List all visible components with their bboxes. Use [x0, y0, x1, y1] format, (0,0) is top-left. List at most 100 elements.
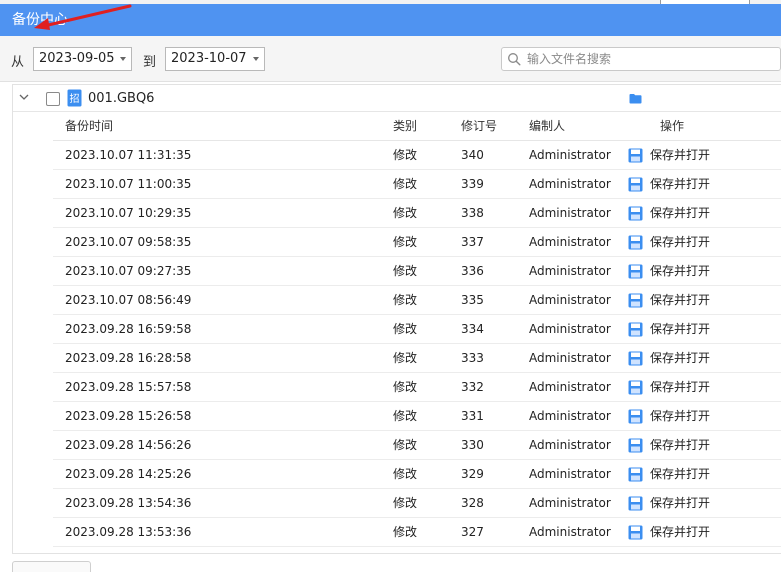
svg-text:招: 招: [70, 92, 80, 105]
table-row[interactable]: 2023.10.07 09:27:35 修改 336 Administrator 保存并…: [53, 257, 781, 286]
from-date-value: 2023-09-05: [39, 51, 115, 66]
save-and-open-button[interactable]: 保存并打开: [650, 460, 710, 489]
table-row[interactable]: 2023.09.28 16:59:58 修改 334 Administrator 保存并…: [53, 315, 781, 344]
type-cell: 修改: [393, 496, 418, 510]
backup-list-panel: 招 001.GBQ6 备份时间 类别 修订号 编制人 操作 2023.10.07…: [12, 84, 781, 554]
save-and-open-button[interactable]: 保存并打开: [650, 170, 710, 199]
editor-cell: Administrator: [529, 235, 611, 249]
editor-cell: Administrator: [529, 525, 611, 539]
editor-cell: Administrator: [529, 206, 611, 220]
save-and-open-button[interactable]: 保存并打开: [650, 489, 710, 518]
editor-cell: Administrator: [529, 177, 611, 191]
editor-cell: Administrator: [529, 148, 611, 162]
save-and-open-button[interactable]: 保存并打开: [650, 518, 710, 547]
table-row[interactable]: 2023.09.28 14:56:26 修改 330 Administrator 保存并…: [53, 431, 781, 460]
save-and-open-button[interactable]: 保存并打开: [650, 257, 710, 286]
from-label: 从: [11, 55, 25, 70]
revision-cell: 338: [461, 206, 484, 220]
save-icon[interactable]: [628, 409, 643, 424]
save-icon[interactable]: [628, 380, 643, 395]
editor-cell: Administrator: [529, 409, 611, 423]
revision-cell: 332: [461, 380, 484, 394]
file-name: 001.GBQ6: [88, 91, 155, 106]
backup-time-cell: 2023.10.07 11:00:35: [65, 177, 192, 191]
save-icon[interactable]: [628, 467, 643, 482]
save-icon[interactable]: [628, 206, 643, 221]
table-header: 备份时间 类别 修订号 编制人 操作: [53, 112, 781, 141]
save-and-open-button[interactable]: 保存并打开: [650, 373, 710, 402]
dialog-title: 备份中心: [12, 12, 68, 28]
save-icon[interactable]: [628, 293, 643, 308]
backup-time-cell: 2023.10.07 11:31:35: [65, 148, 192, 162]
type-cell: 修改: [393, 177, 418, 191]
type-cell: 修改: [393, 206, 418, 220]
save-icon[interactable]: [628, 322, 643, 337]
revision-cell: 336: [461, 264, 484, 278]
type-cell: 修改: [393, 467, 418, 481]
save-and-open-button[interactable]: 保存并打开: [650, 141, 710, 170]
to-label: 到: [143, 55, 157, 70]
backup-time-cell: 2023.09.28 13:53:36: [65, 525, 192, 539]
type-cell: 修改: [393, 293, 418, 307]
revision-cell: 329: [461, 467, 484, 481]
save-icon[interactable]: [628, 525, 643, 540]
header-action: 操作: [660, 119, 685, 133]
table-row[interactable]: 2023.09.28 14:25:26 修改 329 Administrator 保存并…: [53, 460, 781, 489]
save-and-open-button[interactable]: 保存并打开: [650, 199, 710, 228]
save-and-open-button[interactable]: 保存并打开: [650, 315, 710, 344]
search-input[interactable]: 输入文件名搜索: [501, 47, 781, 71]
table-row[interactable]: 2023.10.07 09:58:35 修改 337 Administrator 保存并…: [53, 228, 781, 257]
revision-cell: 327: [461, 525, 484, 539]
to-date-picker[interactable]: 2023-10-07: [165, 47, 265, 71]
type-cell: 修改: [393, 148, 418, 162]
backup-time-cell: 2023.09.28 15:26:58: [65, 409, 192, 423]
save-icon[interactable]: [628, 177, 643, 192]
save-and-open-button[interactable]: 保存并打开: [650, 286, 710, 315]
backup-time-cell: 2023.09.28 14:56:26: [65, 438, 192, 452]
save-icon[interactable]: [628, 264, 643, 279]
table-row[interactable]: 2023.09.28 13:53:36 修改 327 Administrator 保存并…: [53, 518, 781, 547]
table-row[interactable]: 2023.09.28 13:54:36 修改 328 Administrator 保存并…: [53, 489, 781, 518]
revision-cell: 331: [461, 409, 484, 423]
editor-cell: Administrator: [529, 467, 611, 481]
table-row[interactable]: 2023.10.07 11:31:35 修改 340 Administrator 保存并…: [53, 141, 781, 170]
dropdown-caret-icon[interactable]: [120, 57, 126, 61]
bottom-button[interactable]: [12, 561, 91, 572]
editor-cell: Administrator: [529, 322, 611, 336]
header-editor: 编制人: [529, 119, 566, 133]
backup-time-cell: 2023.10.07 09:58:35: [65, 235, 192, 249]
revision-cell: 333: [461, 351, 484, 365]
save-icon[interactable]: [628, 148, 643, 163]
dropdown-caret-icon[interactable]: [253, 57, 259, 61]
from-date-picker[interactable]: 2023-09-05: [33, 47, 132, 71]
save-and-open-button[interactable]: 保存并打开: [650, 402, 710, 431]
table-row[interactable]: 2023.10.07 08:56:49 修改 335 Administrator 保存并…: [53, 286, 781, 315]
table-row[interactable]: 2023.10.07 11:00:35 修改 339 Administrator 保存并…: [53, 170, 781, 199]
table-row[interactable]: 2023.09.28 16:28:58 修改 333 Administrator 保存并…: [53, 344, 781, 373]
revision-cell: 337: [461, 235, 484, 249]
filter-bar: 从 2023-09-05 到 2023-10-07 输入文件名搜索: [0, 36, 781, 82]
save-icon[interactable]: [628, 235, 643, 250]
backup-time-cell: 2023.09.28 16:28:58: [65, 351, 192, 365]
search-placeholder: 输入文件名搜索: [527, 52, 612, 66]
save-and-open-button[interactable]: 保存并打开: [650, 431, 710, 460]
type-cell: 修改: [393, 438, 418, 452]
table-row[interactable]: 2023.09.28 15:26:58 修改 331 Administrator 保存并…: [53, 402, 781, 431]
save-and-open-button[interactable]: 保存并打开: [650, 228, 710, 257]
chevron-down-icon[interactable]: [19, 92, 29, 102]
type-cell: 修改: [393, 264, 418, 278]
table-row[interactable]: 2023.10.07 10:29:35 修改 338 Administrator 保存并…: [53, 199, 781, 228]
backup-time-cell: 2023.10.07 10:29:35: [65, 206, 192, 220]
file-checkbox[interactable]: [46, 92, 60, 106]
header-type: 类别: [393, 119, 418, 133]
save-icon[interactable]: [628, 351, 643, 366]
search-icon: [508, 53, 521, 66]
folder-icon[interactable]: [629, 93, 642, 104]
editor-cell: Administrator: [529, 438, 611, 452]
save-icon[interactable]: [628, 438, 643, 453]
table-row[interactable]: 2023.09.28 15:57:58 修改 332 Administrator 保存并…: [53, 373, 781, 402]
save-icon[interactable]: [628, 496, 643, 511]
file-group-row[interactable]: 招 001.GBQ6: [13, 85, 781, 112]
editor-cell: Administrator: [529, 264, 611, 278]
save-and-open-button[interactable]: 保存并打开: [650, 344, 710, 373]
